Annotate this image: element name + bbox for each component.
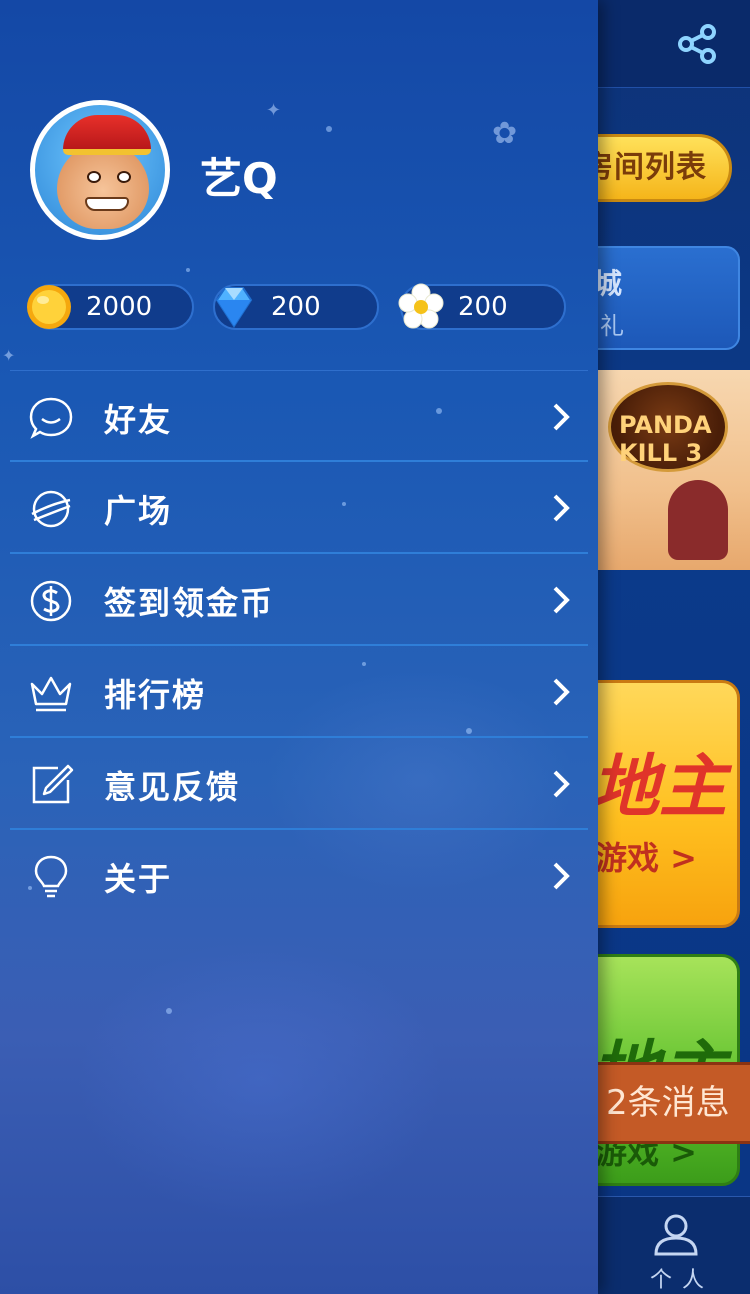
menu-item-label: 排行榜: [104, 676, 207, 714]
sparkle-decoration: ✦: [266, 100, 282, 121]
chevron-right-icon: [553, 770, 570, 798]
menu-item-label: 签到领金币: [104, 584, 275, 622]
chevron-right-icon: [553, 586, 570, 614]
chevron-right-icon: [553, 678, 570, 706]
person-icon: [654, 1214, 698, 1256]
flower-balance[interactable]: 200: [398, 283, 566, 330]
avatar-hat: [63, 115, 151, 155]
side-drawer: ✦ ✿ ✦ 艺Q 2000 200 200 好友 广场 签到领金币 排行榜 意见…: [0, 0, 598, 1294]
drawer-menu: 好友 广场 签到领金币 排行榜 意见反馈 关于: [10, 370, 588, 922]
banner-logo: PANDA KILL 3: [608, 382, 728, 472]
avatar-eye: [117, 171, 131, 183]
menu-item-leaderboard[interactable]: 排行榜: [10, 646, 588, 738]
planet-icon: [31, 490, 71, 528]
flower-value: 200: [458, 292, 508, 322]
menu-item-feedback[interactable]: 意见反馈: [10, 738, 588, 830]
menu-item-plaza[interactable]: 广场: [10, 462, 588, 554]
avatar[interactable]: [30, 100, 170, 240]
chevron-right-icon: [553, 862, 570, 890]
menu-item-friends[interactable]: 好友: [10, 370, 588, 462]
tab-personal-label: 个人: [650, 1268, 715, 1293]
menu-item-label: 好友: [104, 401, 173, 439]
dot-decoration: [166, 1008, 172, 1014]
mall-subtitle: 礼: [600, 312, 624, 340]
chat-bubble-icon: [29, 397, 73, 439]
tab-personal[interactable]: 个人: [644, 1208, 708, 1293]
gold-coin-icon: [27, 285, 71, 329]
chevron-right-icon: [553, 494, 570, 522]
banner-character: [668, 480, 728, 560]
card-action: 游戏 >: [595, 839, 697, 877]
share-icon[interactable]: [676, 22, 720, 66]
chevron-right-icon: [553, 403, 570, 431]
flower-icon: [398, 283, 444, 329]
card-title: 地主: [591, 748, 728, 827]
username: 艺Q: [200, 154, 278, 203]
edit-icon: [32, 764, 74, 804]
mall-title: 城: [594, 267, 623, 300]
menu-item-about[interactable]: 关于: [10, 830, 588, 922]
crown-icon: [30, 676, 72, 712]
avatar-eye: [87, 171, 101, 183]
gold-coin-balance[interactable]: 2000: [27, 284, 194, 330]
dot-decoration: [326, 126, 332, 132]
dollar-coin-icon: [30, 580, 72, 622]
sparkle-decoration: ✦: [2, 346, 16, 365]
sparkle-decoration: ✿: [492, 116, 518, 151]
diamond-icon: [215, 287, 253, 328]
lightbulb-icon: [34, 855, 68, 898]
avatar-face: [57, 143, 149, 229]
gold-coin-value: 2000: [86, 292, 153, 322]
menu-item-checkin[interactable]: 签到领金币: [10, 554, 588, 646]
avatar-smile: [85, 197, 129, 211]
dot-decoration: [186, 268, 190, 272]
panda-kill-banner[interactable]: PANDA KILL 3: [598, 370, 750, 570]
menu-item-label: 关于: [104, 860, 173, 898]
menu-item-label: 意见反馈: [104, 768, 241, 806]
diamond-value: 200: [271, 292, 321, 322]
menu-item-label: 广场: [104, 492, 173, 530]
diamond-balance[interactable]: 200: [213, 284, 379, 330]
